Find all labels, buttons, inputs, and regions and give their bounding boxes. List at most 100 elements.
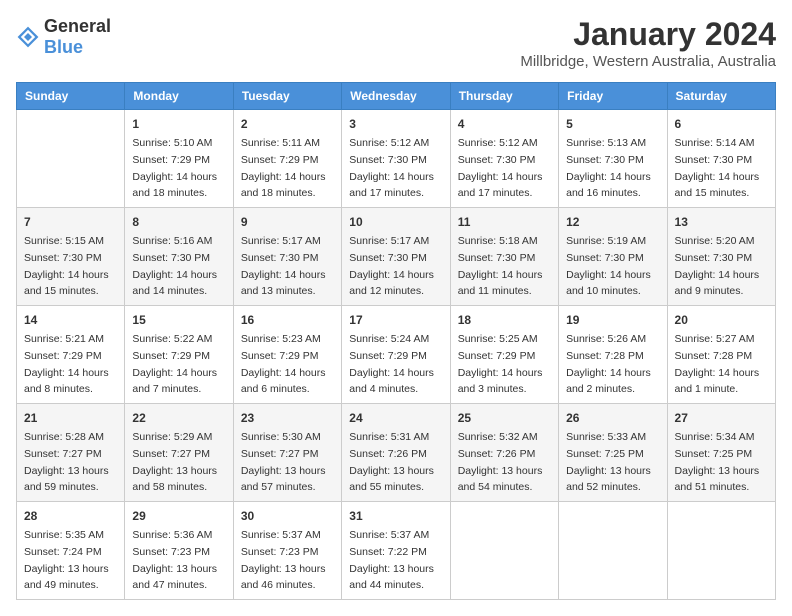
calendar-cell: 3Sunrise: 5:12 AM Sunset: 7:30 PM Daylig…: [342, 110, 450, 208]
day-info: Sunrise: 5:13 AM Sunset: 7:30 PM Dayligh…: [566, 137, 651, 199]
day-number: 6: [675, 115, 768, 133]
location-title: Millbridge, Western Australia, Australia: [520, 53, 776, 70]
day-number: 7: [24, 213, 117, 231]
day-number: 5: [566, 115, 659, 133]
day-number: 10: [349, 213, 442, 231]
calendar-week-row: 21Sunrise: 5:28 AM Sunset: 7:27 PM Dayli…: [17, 404, 776, 502]
day-info: Sunrise: 5:19 AM Sunset: 7:30 PM Dayligh…: [566, 235, 651, 297]
day-number: 22: [132, 409, 225, 427]
day-info: Sunrise: 5:12 AM Sunset: 7:30 PM Dayligh…: [349, 137, 434, 199]
day-info: Sunrise: 5:26 AM Sunset: 7:28 PM Dayligh…: [566, 333, 651, 395]
logo-text: General Blue: [44, 16, 111, 58]
logo-icon: [16, 25, 40, 49]
calendar-cell: 26 Sunrise: 5:33 AM Sunset: 7:25 PM Dayli…: [559, 404, 667, 502]
day-header-thursday: Thursday: [450, 83, 558, 110]
day-number: 26: [566, 409, 659, 427]
day-number: 25: [458, 409, 551, 427]
calendar-cell: 7 Sunrise: 5:15 AM Sunset: 7:30 PM Daylig…: [17, 208, 125, 306]
day-header-monday: Monday: [125, 83, 233, 110]
calendar-week-row: 28 Sunrise: 5:35 AM Sunset: 7:24 PM Dayli…: [17, 502, 776, 600]
day-number: 28: [24, 507, 117, 525]
day-info: Sunrise: 5:14 AM Sunset: 7:30 PM Dayligh…: [675, 137, 760, 199]
calendar-cell: 11 Sunrise: 5:18 AM Sunset: 7:30 PM Dayli…: [450, 208, 558, 306]
calendar-cell: 9 Sunrise: 5:17 AM Sunset: 7:30 PM Daylig…: [233, 208, 341, 306]
day-info: Sunrise: 5:15 AM Sunset: 7:30 PM Dayligh…: [24, 235, 109, 297]
day-info: Sunrise: 5:10 AM Sunset: 7:29 PM Dayligh…: [132, 137, 217, 199]
day-header-saturday: Saturday: [667, 83, 775, 110]
day-info: Sunrise: 5:21 AM Sunset: 7:29 PM Dayligh…: [24, 333, 109, 395]
calendar-cell: [667, 502, 775, 600]
calendar-cell: 12 Sunrise: 5:19 AM Sunset: 7:30 PM Dayli…: [559, 208, 667, 306]
day-number: 1: [132, 115, 225, 133]
day-info: Sunrise: 5:18 AM Sunset: 7:30 PM Dayligh…: [458, 235, 543, 297]
calendar-body: 1 Sunrise: 5:10 AM Sunset: 7:29 PM Daylig…: [17, 110, 776, 600]
calendar-cell: [17, 110, 125, 208]
day-number: 30: [241, 507, 334, 525]
day-number: 29: [132, 507, 225, 525]
day-info: Sunrise: 5:31 AM Sunset: 7:26 PM Dayligh…: [349, 431, 434, 493]
calendar-cell: 13Sunrise: 5:20 AM Sunset: 7:30 PM Dayli…: [667, 208, 775, 306]
day-info: Sunrise: 5:27 AM Sunset: 7:28 PM Dayligh…: [675, 333, 760, 395]
day-info: Sunrise: 5:16 AM Sunset: 7:30 PM Dayligh…: [132, 235, 217, 297]
day-info: Sunrise: 5:37 AM Sunset: 7:23 PM Dayligh…: [241, 529, 326, 591]
calendar-cell: 30 Sunrise: 5:37 AM Sunset: 7:23 PM Dayli…: [233, 502, 341, 600]
day-header-sunday: Sunday: [17, 83, 125, 110]
calendar-week-row: 14Sunrise: 5:21 AM Sunset: 7:29 PM Dayli…: [17, 306, 776, 404]
day-number: 2: [241, 115, 334, 133]
calendar-cell: 14Sunrise: 5:21 AM Sunset: 7:29 PM Dayli…: [17, 306, 125, 404]
calendar-cell: 20 Sunrise: 5:27 AM Sunset: 7:28 PM Dayli…: [667, 306, 775, 404]
month-title: January 2024: [520, 16, 776, 53]
day-info: Sunrise: 5:32 AM Sunset: 7:26 PM Dayligh…: [458, 431, 543, 493]
calendar-cell: 21Sunrise: 5:28 AM Sunset: 7:27 PM Dayli…: [17, 404, 125, 502]
calendar-cell: 25 Sunrise: 5:32 AM Sunset: 7:26 PM Dayli…: [450, 404, 558, 502]
calendar-cell: 18 Sunrise: 5:25 AM Sunset: 7:29 PM Dayli…: [450, 306, 558, 404]
day-info: Sunrise: 5:33 AM Sunset: 7:25 PM Dayligh…: [566, 431, 651, 493]
day-info: Sunrise: 5:17 AM Sunset: 7:30 PM Dayligh…: [241, 235, 326, 297]
day-header-friday: Friday: [559, 83, 667, 110]
day-info: Sunrise: 5:12 AM Sunset: 7:30 PM Dayligh…: [458, 137, 543, 199]
calendar-week-row: 7 Sunrise: 5:15 AM Sunset: 7:30 PM Daylig…: [17, 208, 776, 306]
calendar-cell: 16Sunrise: 5:23 AM Sunset: 7:29 PM Dayli…: [233, 306, 341, 404]
day-info: Sunrise: 5:11 AM Sunset: 7:29 PM Dayligh…: [241, 137, 326, 199]
calendar-cell: 17 Sunrise: 5:24 AM Sunset: 7:29 PM Dayli…: [342, 306, 450, 404]
day-number: 27: [675, 409, 768, 427]
logo-blue: Blue: [44, 37, 83, 57]
day-number: 4: [458, 115, 551, 133]
day-number: 11: [458, 213, 551, 231]
day-info: Sunrise: 5:25 AM Sunset: 7:29 PM Dayligh…: [458, 333, 543, 395]
day-number: 19: [566, 311, 659, 329]
calendar-cell: 31 Sunrise: 5:37 AM Sunset: 7:22 PM Dayli…: [342, 502, 450, 600]
day-info: Sunrise: 5:22 AM Sunset: 7:29 PM Dayligh…: [132, 333, 217, 395]
calendar-table: SundayMondayTuesdayWednesdayThursdayFrid…: [16, 82, 776, 600]
calendar-header-row: SundayMondayTuesdayWednesdayThursdayFrid…: [17, 83, 776, 110]
day-info: Sunrise: 5:29 AM Sunset: 7:27 PM Dayligh…: [132, 431, 217, 493]
logo-general: General: [44, 16, 111, 36]
day-number: 31: [349, 507, 442, 525]
day-number: 24: [349, 409, 442, 427]
day-info: Sunrise: 5:36 AM Sunset: 7:23 PM Dayligh…: [132, 529, 217, 591]
day-info: Sunrise: 5:17 AM Sunset: 7:30 PM Dayligh…: [349, 235, 434, 297]
day-number: 18: [458, 311, 551, 329]
day-info: Sunrise: 5:35 AM Sunset: 7:24 PM Dayligh…: [24, 529, 109, 591]
calendar-cell: 23Sunrise: 5:30 AM Sunset: 7:27 PM Dayli…: [233, 404, 341, 502]
calendar-cell: 6 Sunrise: 5:14 AM Sunset: 7:30 PM Daylig…: [667, 110, 775, 208]
day-number: 15: [132, 311, 225, 329]
day-info: Sunrise: 5:34 AM Sunset: 7:25 PM Dayligh…: [675, 431, 760, 493]
day-number: 20: [675, 311, 768, 329]
day-number: 23: [241, 409, 334, 427]
title-area: January 2024 Millbridge, Western Austral…: [520, 16, 776, 70]
calendar-cell: [559, 502, 667, 600]
calendar-cell: 5 Sunrise: 5:13 AM Sunset: 7:30 PM Daylig…: [559, 110, 667, 208]
calendar-cell: 22 Sunrise: 5:29 AM Sunset: 7:27 PM Dayli…: [125, 404, 233, 502]
day-number: 17: [349, 311, 442, 329]
calendar-cell: 29 Sunrise: 5:36 AM Sunset: 7:23 PM Dayli…: [125, 502, 233, 600]
day-info: Sunrise: 5:24 AM Sunset: 7:29 PM Dayligh…: [349, 333, 434, 395]
calendar-week-row: 1 Sunrise: 5:10 AM Sunset: 7:29 PM Daylig…: [17, 110, 776, 208]
calendar-cell: 15 Sunrise: 5:22 AM Sunset: 7:29 PM Dayli…: [125, 306, 233, 404]
calendar-cell: 1 Sunrise: 5:10 AM Sunset: 7:29 PM Daylig…: [125, 110, 233, 208]
day-number: 9: [241, 213, 334, 231]
calendar-cell: 8Sunrise: 5:16 AM Sunset: 7:30 PM Daylig…: [125, 208, 233, 306]
day-info: Sunrise: 5:37 AM Sunset: 7:22 PM Dayligh…: [349, 529, 434, 591]
day-number: 12: [566, 213, 659, 231]
calendar-cell: 10 Sunrise: 5:17 AM Sunset: 7:30 PM Dayli…: [342, 208, 450, 306]
